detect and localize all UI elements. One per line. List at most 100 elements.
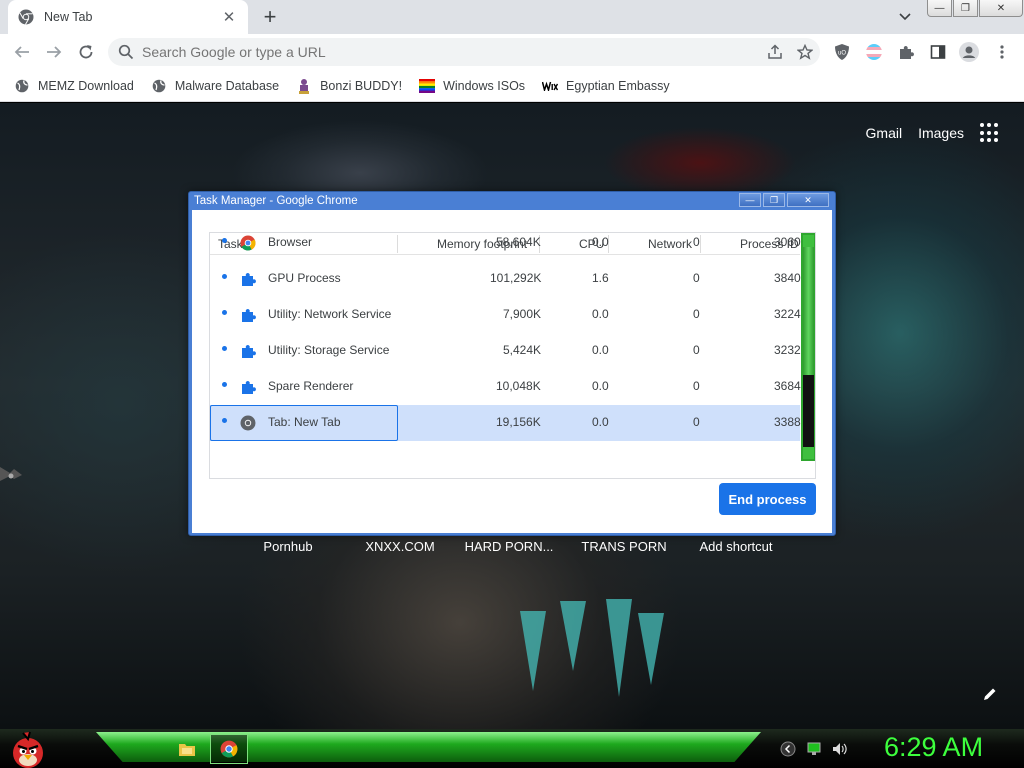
puzzle-icon: [242, 381, 256, 394]
row-cpu: 0.0: [592, 415, 609, 429]
row-bullet: [222, 346, 227, 351]
process-table: Task Memory footprint CPU Network Proces…: [209, 232, 816, 479]
bat-silhouette-icon: [0, 467, 22, 481]
chrome-icon: [240, 235, 256, 251]
taskbar-clock[interactable]: 6:29 AM: [884, 732, 983, 763]
row-task: Utility: Storage Service: [268, 343, 390, 357]
extensions-puzzle-icon[interactable]: [895, 41, 917, 63]
globe-icon: [151, 78, 167, 94]
taskbar-file-explorer[interactable]: [168, 734, 206, 764]
row-cpu: 0.0: [592, 343, 609, 357]
row-cpu: 1.6: [592, 271, 609, 285]
apps-grid-icon[interactable]: [980, 123, 1000, 143]
row-network: 0: [693, 379, 700, 393]
customize-pencil-icon[interactable]: [983, 687, 1001, 705]
back-button[interactable]: [10, 40, 34, 64]
bookmark-label: MEMZ Download: [38, 78, 134, 93]
row-pid: 3224: [774, 307, 801, 321]
row-memory: 7,900K: [503, 307, 542, 321]
row-bullet: [222, 274, 227, 279]
row-memory: 19,156K: [496, 415, 541, 429]
table-row[interactable]: Spare Renderer 10,048K 0.0 0 3684: [210, 369, 801, 405]
show-hidden-icons-chevron-icon[interactable]: [780, 741, 796, 757]
new-tab-button[interactable]: +: [258, 4, 282, 29]
profile-avatar-icon[interactable]: [958, 41, 980, 63]
omnibox[interactable]: [108, 38, 820, 66]
bookmark-label: Windows ISOs: [443, 78, 526, 93]
bookmark-label: Malware Database: [174, 78, 280, 93]
minimize-button[interactable]: —: [927, 0, 952, 17]
row-task: GPU Process: [268, 271, 341, 285]
row-memory: 101,292K: [490, 271, 542, 285]
row-network: 0: [693, 307, 700, 321]
tab-strip: New Tab ✕ + — ❐ ✕: [0, 0, 1024, 34]
bookmark-label: Bonzi BUDDY!: [320, 78, 403, 93]
taskbar: 6:29 AM: [0, 729, 1024, 768]
bookmark-malware-database[interactable]: Malware Database: [151, 78, 279, 94]
chevron-down-icon[interactable]: [893, 7, 917, 27]
bookmark-windows-isos[interactable]: Windows ISOs: [419, 78, 525, 94]
table-row[interactable]: Utility: Network Service 7,900K 0.0 0 32…: [210, 297, 801, 333]
globe-icon: [14, 78, 30, 94]
table-row[interactable]: Browser 58,604K 0.0 0 3060: [210, 233, 801, 261]
row-task: Browser: [268, 235, 313, 249]
tab-close-icon[interactable]: ✕: [220, 8, 238, 26]
reload-button[interactable]: [74, 40, 98, 64]
vertical-scrollbar[interactable]: [801, 233, 815, 461]
tab-new-tab[interactable]: New Tab ✕: [8, 0, 248, 34]
table-row[interactable]: GPU Process 101,292K 1.6 0 3840: [210, 261, 801, 297]
omnibox-input[interactable]: [142, 44, 760, 60]
close-window-button[interactable]: ✕: [979, 0, 1023, 17]
volume-icon[interactable]: [832, 741, 848, 757]
bookmark-star-icon[interactable]: [790, 40, 820, 64]
network-icon[interactable]: [806, 741, 822, 757]
row-network: 0: [693, 343, 700, 357]
background-fang: [520, 611, 546, 691]
row-bullet: [222, 238, 227, 243]
shortcut-tile[interactable]: Pornhub: [232, 539, 344, 554]
end-process-button[interactable]: End process: [719, 483, 816, 515]
tm-close-button[interactable]: ✕: [787, 193, 829, 207]
more-menu-icon[interactable]: [991, 41, 1013, 63]
images-link[interactable]: Images: [918, 125, 964, 141]
search-icon: [118, 44, 134, 60]
scroll-down-arrow[interactable]: [803, 447, 814, 459]
trans-flag-icon[interactable]: [863, 41, 885, 63]
task-manager-window-controls: — ❐ ✕: [739, 193, 829, 207]
chrome-gray-icon: [240, 415, 256, 431]
tm-minimize-button[interactable]: —: [739, 193, 761, 207]
bookmark-memz[interactable]: MEMZ Download: [14, 78, 134, 94]
ublock-icon[interactable]: uO: [831, 41, 853, 63]
row-network: 0: [693, 271, 700, 285]
row-pid: 3388: [774, 415, 801, 429]
table-row-selected[interactable]: Tab: New Tab 19,156K 0.0 0 3388: [210, 405, 801, 441]
add-shortcut-tile[interactable]: Add shortcut: [680, 539, 792, 554]
tm-maximize-button[interactable]: ❐: [763, 193, 785, 207]
toolbar: uO: [0, 34, 1024, 70]
scroll-up-arrow[interactable]: [803, 235, 814, 247]
row-pid: 3840: [774, 271, 801, 285]
bookmark-egyptian-embassy[interactable]: Egyptian Embassy: [542, 78, 670, 94]
task-manager-body: Task Memory footprint CPU Network Proces…: [192, 210, 832, 533]
puzzle-icon: [242, 345, 256, 358]
puzzle-icon: [242, 273, 256, 286]
restore-button[interactable]: ❐: [953, 0, 978, 17]
table-row[interactable]: Utility: Storage Service 5,424K 0.0 0 32…: [210, 333, 801, 369]
shortcut-tile[interactable]: TRANS PORN: [568, 539, 680, 554]
scroll-thumb[interactable]: [803, 247, 814, 375]
chrome-icon: [220, 740, 238, 758]
gmail-link[interactable]: Gmail: [866, 125, 903, 141]
row-memory: 58,604K: [496, 235, 541, 249]
start-button[interactable]: [8, 729, 48, 768]
taskbar-chrome[interactable]: [210, 734, 248, 764]
shortcut-tile[interactable]: XNXX.COM: [344, 539, 456, 554]
system-tray: [780, 734, 848, 764]
shortcut-tile[interactable]: HARD PORN...: [453, 539, 565, 554]
forward-button[interactable]: [42, 40, 66, 64]
task-manager-title: Task Manager - Google Chrome: [194, 195, 358, 207]
bookmark-bonzi-buddy[interactable]: Bonzi BUDDY!: [296, 78, 402, 94]
wix-icon: [542, 78, 559, 94]
side-panel-icon[interactable]: [927, 41, 949, 63]
back-arrow-icon: [14, 46, 29, 58]
share-icon[interactable]: [760, 40, 790, 64]
